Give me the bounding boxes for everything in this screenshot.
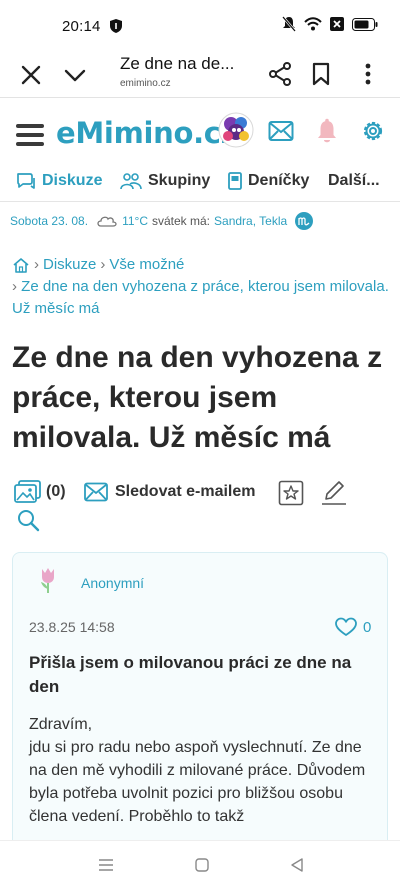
more-options-icon[interactable]	[358, 62, 378, 86]
edit-icon[interactable]	[320, 480, 348, 506]
system-nav-bar	[0, 840, 400, 889]
close-icon[interactable]	[20, 64, 42, 86]
status-bar: 20:14	[0, 0, 400, 52]
diary-icon	[228, 172, 242, 190]
heart-icon[interactable]	[335, 617, 357, 637]
search-icon[interactable]	[16, 508, 40, 532]
gear-icon[interactable]	[360, 118, 386, 144]
nav-label: Deníčky	[248, 172, 310, 189]
hamburger-menu-icon[interactable]	[16, 124, 44, 148]
bookmark-star-icon[interactable]	[278, 480, 304, 506]
bell-icon[interactable]	[316, 118, 338, 144]
nav-label: Skupiny	[148, 172, 211, 189]
post-author[interactable]: Anonymní	[81, 575, 144, 591]
bookmark-icon[interactable]	[310, 62, 332, 86]
mail-icon[interactable]	[84, 482, 108, 502]
nav-label: Diskuze	[42, 172, 103, 189]
cloud-icon	[97, 216, 117, 227]
nav-item-dalsi[interactable]: Další...	[328, 172, 380, 190]
tab-url: emimino.cz	[120, 78, 171, 89]
post-body: Zdravím, jdu si pro radu nebo aspoň vysl…	[29, 716, 366, 825]
nav-item-diskuze[interactable]: Diskuze	[16, 172, 102, 190]
nameday-names: Sandra, Tekla	[214, 214, 288, 228]
breadcrumb-current[interactable]: › Ze dne na den vyhozena z práce, kterou…	[12, 276, 392, 320]
follow-email-button[interactable]: Sledovat e-mailem	[115, 483, 256, 501]
status-time: 20:14	[62, 18, 101, 35]
topic-actions: (0) Sledovat e-mailem	[12, 478, 392, 532]
info-line: Sobota 23. 08. 11°C svátek má: Sandra, T…	[10, 212, 314, 230]
breadcrumb-current-text: Ze dne na den vyhozena z práce, kterou j…	[12, 278, 389, 317]
photo-gallery-icon[interactable]	[14, 480, 42, 504]
post-subject: Přišla jsem o milovanou práci ze dne na …	[29, 653, 352, 696]
main-nav: Diskuze Skupiny Deníčky Další...	[0, 166, 400, 202]
post-date: 23.8.25 14:58	[29, 619, 115, 635]
site-header: eMimino.cz	[0, 106, 400, 162]
breadcrumb-separator: ›	[34, 256, 39, 273]
date-text: Sobota 23. 08.	[10, 214, 89, 228]
tulip-avatar-icon	[41, 568, 54, 593]
home-button-icon[interactable]	[195, 857, 209, 873]
wifi-icon	[304, 17, 322, 31]
share-icon[interactable]	[268, 62, 292, 86]
home-icon[interactable]	[12, 257, 30, 273]
chevron-down-icon[interactable]	[64, 64, 86, 86]
photo-count[interactable]: (0)	[46, 483, 66, 501]
back-button-icon[interactable]	[290, 857, 304, 873]
status-icons	[282, 16, 378, 32]
nav-item-denicky[interactable]: Deníčky	[228, 172, 309, 190]
avatar[interactable]	[218, 112, 254, 148]
site-logo[interactable]: eMimino.cz	[56, 116, 238, 150]
shield-icon	[110, 19, 122, 33]
breadcrumb-item[interactable]: Vše možné	[109, 254, 184, 276]
mute-icon	[282, 16, 296, 32]
mail-icon[interactable]	[268, 120, 294, 142]
nav-label: Další...	[328, 172, 380, 189]
breadcrumb: › Diskuze › Vše možné	[12, 254, 184, 276]
tab-title: Ze dne na de...	[120, 54, 235, 73]
nav-item-skupiny[interactable]: Skupiny	[120, 172, 210, 190]
nameday-label: svátek má:	[152, 214, 211, 228]
no-sim-icon	[330, 17, 344, 31]
temperature-text: 11°C	[122, 214, 148, 228]
zodiac-virgo-icon	[295, 212, 314, 230]
post-card: Anonymní 23.8.25 14:58 0 Přišla jsem o m…	[12, 552, 388, 852]
recent-apps-icon[interactable]	[98, 858, 114, 872]
breadcrumb-item[interactable]: Diskuze	[43, 254, 96, 276]
page-title: Ze dne na den vyhozena z práce, kterou j…	[12, 341, 383, 454]
battery-icon	[352, 17, 378, 31]
like-count: 0	[363, 619, 372, 636]
breadcrumb-separator: ›	[100, 256, 106, 273]
discussion-icon	[17, 173, 35, 189]
browser-toolbar: Ze dne na de... emimino.cz	[0, 52, 400, 98]
group-icon	[120, 173, 142, 190]
